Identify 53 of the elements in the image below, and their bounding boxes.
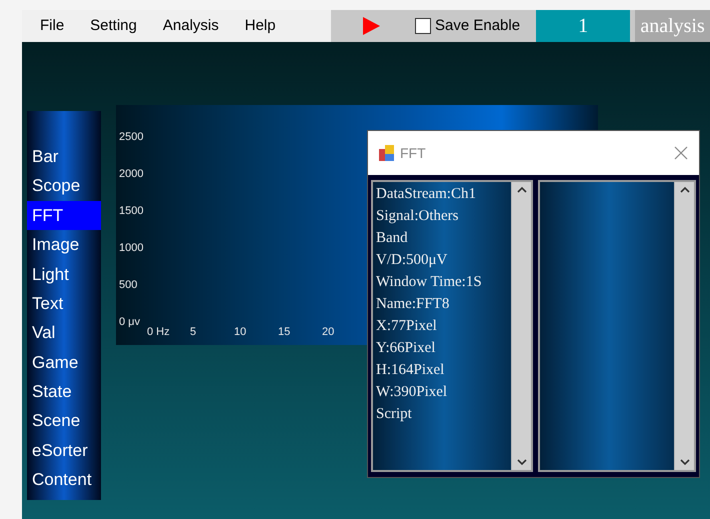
scroll-down-icon[interactable]	[680, 458, 690, 466]
sidebar-item[interactable]: Content	[27, 465, 101, 495]
close-icon[interactable]	[673, 145, 689, 161]
property-item[interactable]: Y:66Pixel	[376, 337, 511, 359]
x-axis-label: 15	[278, 325, 292, 340]
property-item[interactable]: X:77Pixel	[376, 315, 511, 337]
sidebar-item[interactable]: Val	[27, 318, 101, 348]
sidebar-item[interactable]: Image	[27, 230, 101, 260]
sidebar-item[interactable]: FFT	[27, 200, 101, 230]
y-axis-label: 500	[119, 278, 138, 293]
property-item[interactable]: W:390Pixel	[376, 381, 511, 403]
y-axis-label: 2500	[119, 130, 144, 145]
x-axis-label: 10	[234, 325, 248, 340]
y-axis-label: 1500	[119, 204, 144, 219]
x-axis-label: 20	[322, 325, 336, 340]
sidebar-item[interactable]: Text	[27, 288, 101, 318]
scroll-up-icon[interactable]	[680, 186, 690, 194]
sidebar-item[interactable]: Light	[27, 260, 101, 289]
property-item[interactable]: DataStream:Ch1	[376, 183, 511, 205]
mode-display: analysis	[635, 10, 710, 42]
scrollbar[interactable]	[511, 182, 531, 470]
property-item[interactable]: V/D:500μV	[376, 249, 511, 271]
dialog-title: FFT	[400, 144, 427, 162]
menu-item[interactable]: Analysis	[162, 14, 219, 38]
x-axis-label: 0 Hz	[147, 325, 171, 340]
x-axis-label: 5	[190, 325, 198, 340]
property-item[interactable]: Window Time:1S	[376, 271, 511, 293]
save-enable-checkbox[interactable]	[415, 18, 431, 34]
property-item[interactable]: Name:FFT8	[376, 293, 511, 315]
counter-display: 1	[536, 10, 630, 42]
menu-item[interactable]: Help	[244, 14, 276, 38]
scroll-up-icon[interactable]	[516, 186, 526, 194]
save-enable-label: Save Enable	[435, 16, 520, 36]
sidebar-item[interactable]: Bar	[27, 142, 101, 172]
property-item[interactable]: Band	[376, 227, 511, 249]
y-axis-label: 0 μv	[119, 315, 142, 330]
scrollbar[interactable]	[674, 182, 694, 470]
output-list[interactable]	[538, 180, 696, 472]
menu-item[interactable]: File	[40, 14, 64, 38]
y-axis-label: 2000	[119, 167, 144, 182]
property-item[interactable]: Signal:Others	[376, 205, 511, 227]
property-item[interactable]: Script	[376, 403, 511, 425]
scroll-down-icon[interactable]	[516, 458, 526, 466]
sidebar-item[interactable]: State	[27, 377, 101, 407]
sidebar-item[interactable]: Scope	[27, 171, 101, 201]
sidebar-item[interactable]: Scene	[27, 406, 101, 436]
sidebar-item[interactable]: Game	[27, 348, 101, 378]
sidebar-item[interactable]: eSorter	[27, 436, 101, 466]
y-axis-label: 1000	[119, 241, 144, 256]
properties-list[interactable]: DataStream:Ch1 Signal:Others Band V/D:500μV Window Time:1S Name:FFT8 X:77Pixel Y:66Pixel H:164Pixel W:390Pixel Script	[371, 180, 533, 472]
app-icon	[378, 144, 396, 162]
menu-item[interactable]: Setting	[90, 14, 137, 38]
property-item[interactable]: H:164Pixel	[376, 359, 511, 381]
